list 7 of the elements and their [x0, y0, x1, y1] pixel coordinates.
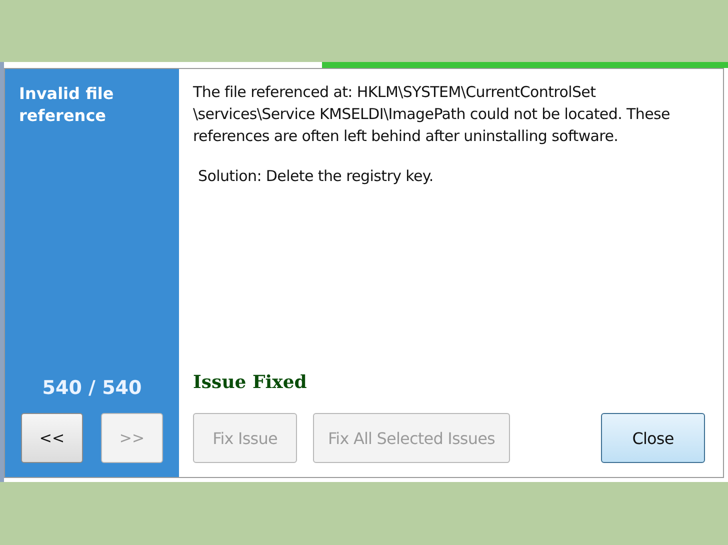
issue-counter: 540 / 540 — [41, 377, 143, 399]
solution-text: Solution: Delete the registry key. — [198, 167, 434, 185]
nav-button[interactable]: << — [21, 413, 83, 463]
action-button[interactable]: Close — [601, 413, 705, 463]
issue-title: Invalid file reference — [19, 83, 115, 127]
status-text: Issue Fixed — [193, 372, 308, 393]
issue-description: The file referenced at: HKLM\SYSTEM\CurrentControlSet \services\Service KMSELDI\ImagePath could not be located. These references are often left behind after uninstalling software. — [193, 82, 671, 147]
